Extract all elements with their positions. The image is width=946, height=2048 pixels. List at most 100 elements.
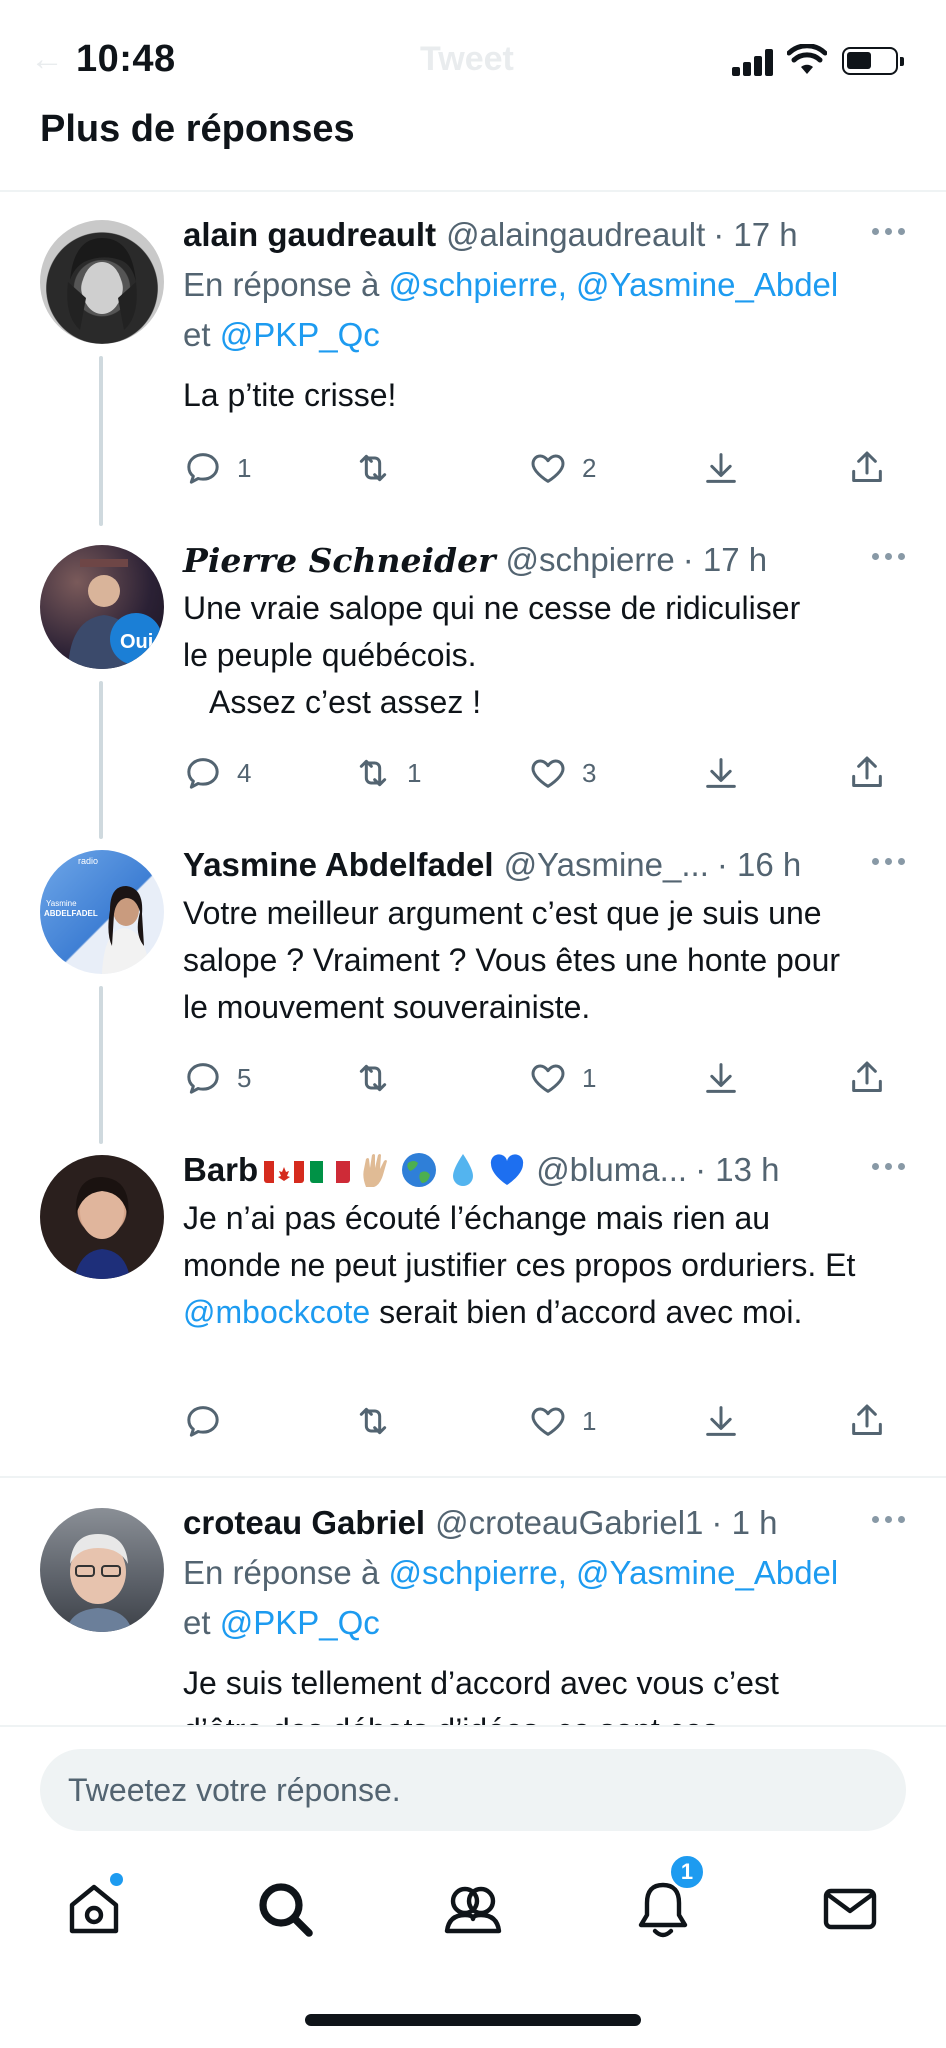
avatar[interactable]: Oui xyxy=(40,545,164,669)
status-bar: ← Tweet 10:48 xyxy=(0,0,946,110)
avatar[interactable] xyxy=(40,220,164,344)
more-icon[interactable] xyxy=(872,858,906,868)
reply-button[interactable]: 1 xyxy=(183,440,251,496)
retweet-button[interactable] xyxy=(353,440,407,496)
thread-line xyxy=(99,356,103,526)
share-button[interactable] xyxy=(847,1393,887,1449)
nav-messages[interactable] xyxy=(818,1877,882,1941)
cellular-signal-icon xyxy=(732,48,774,76)
nav-communities[interactable] xyxy=(441,1877,505,1941)
tweet-text-part: serait bien d’accord avec moi. xyxy=(370,1294,803,1330)
tweet-time: · 13 h xyxy=(695,1151,780,1188)
bookmark-download-icon xyxy=(706,1063,736,1093)
like-button[interactable]: 1 xyxy=(528,1393,596,1449)
bookmark-button[interactable] xyxy=(701,440,741,496)
tweet-text: Votre meilleur argument c’est que je sui… xyxy=(183,895,841,1025)
avatar[interactable] xyxy=(40,1508,164,1632)
author-name[interactable]: croteau Gabriel xyxy=(183,1504,425,1542)
tweet-time: · 17 h xyxy=(682,541,768,578)
tweet-actions: 1 2 xyxy=(183,440,893,496)
reply-button[interactable] xyxy=(183,1393,237,1449)
vulcan-salute-icon xyxy=(356,1151,394,1189)
nav-home[interactable] xyxy=(62,1873,126,1941)
share-button[interactable] xyxy=(847,440,887,496)
author-name[interactable]: Pierre Schneider xyxy=(183,541,496,580)
bookmark-download-icon xyxy=(706,1406,736,1436)
wifi-icon xyxy=(787,44,827,74)
tweet-actions: 5 1 xyxy=(183,1050,893,1106)
reply-button[interactable]: 4 xyxy=(183,745,251,801)
reply-input[interactable]: Tweetez votre réponse. xyxy=(40,1749,906,1831)
reply-prefix: En réponse à xyxy=(183,266,389,303)
tweet-text: La p’tite crisse! xyxy=(183,377,397,413)
tweet-croteau-gabriel[interactable]: croteau Gabriel @croteauGabriel1 · 1 h E… xyxy=(0,1498,946,1725)
share-button[interactable] xyxy=(847,1050,887,1106)
author-handle[interactable]: @bluma... xyxy=(536,1151,687,1189)
italy-flag-icon xyxy=(310,1157,351,1183)
more-icon[interactable] xyxy=(872,1163,906,1173)
retweet-button[interactable]: 1 xyxy=(353,745,421,801)
author-handle[interactable]: @schpierre xyxy=(506,541,675,579)
author-handle[interactable]: @croteauGabriel1 xyxy=(435,1504,703,1542)
tweet-text-part: Je n’ai pas écouté l’échange mais rien a… xyxy=(183,1200,856,1283)
author-name[interactable]: Yasmine Abdelfadel xyxy=(183,846,494,884)
like-count: 1 xyxy=(582,1405,597,1436)
avatar-text: Yasmine xyxy=(46,899,77,908)
reply-mentions[interactable]: @schpierre, @Yasmine_Abdel xyxy=(388,1554,838,1591)
globe-icon xyxy=(400,1151,438,1189)
avatar[interactable]: radio Yasmine ABDELFADEL xyxy=(40,850,164,974)
tweet-text: Je suis tellement d’accord avec vous c’e… xyxy=(183,1660,906,1725)
retweet-button[interactable] xyxy=(353,1393,407,1449)
avatar-badge: Oui xyxy=(120,631,153,653)
tweet-time: · 16 h xyxy=(716,846,802,883)
reply-context: En réponse à @schpierre, @Yasmine_Abdel … xyxy=(183,260,906,360)
tweet-actions: 4 1 3 xyxy=(183,745,893,801)
mail-icon xyxy=(823,1888,877,1930)
communities-icon xyxy=(444,1886,502,1934)
more-icon[interactable] xyxy=(872,1516,906,1526)
status-time: 10:48 xyxy=(76,38,176,80)
author-name[interactable]: Barb xyxy=(183,1151,258,1189)
tweet-time: · 1 h xyxy=(711,1504,778,1541)
reply-mentions[interactable]: @schpierre, @Yasmine_Abdel xyxy=(388,266,838,303)
more-icon[interactable] xyxy=(872,553,906,563)
like-button[interactable]: 3 xyxy=(528,745,596,801)
retweet-button[interactable] xyxy=(353,1050,407,1106)
share-button[interactable] xyxy=(847,745,887,801)
like-button[interactable]: 1 xyxy=(528,1050,596,1106)
bookmark-button[interactable] xyxy=(701,1050,741,1106)
reply-mention-pkp[interactable]: @PKP_Qc xyxy=(220,316,380,353)
tweet-text-line: Je suis tellement d’accord avec vous c’e… xyxy=(183,1665,779,1701)
nav-search[interactable] xyxy=(253,1877,317,1941)
tweet-actions: 1 xyxy=(183,1393,893,1449)
search-icon xyxy=(259,1883,313,1937)
reply-connector: et xyxy=(183,316,220,353)
reply-icon xyxy=(187,1063,219,1094)
home-indicator[interactable] xyxy=(305,2014,641,2026)
bookmark-download-icon xyxy=(706,453,736,483)
reply-button[interactable]: 5 xyxy=(183,1050,251,1106)
more-icon[interactable] xyxy=(872,228,906,238)
reply-count: 1 xyxy=(237,452,252,483)
bookmark-button[interactable] xyxy=(701,1393,741,1449)
reply-mention-pkp[interactable]: @PKP_Qc xyxy=(220,1604,380,1641)
bookmark-button[interactable] xyxy=(701,745,741,801)
tweet-text-line: d’être des débats d’idées, ce sont ces xyxy=(183,1707,906,1725)
battery-icon xyxy=(842,47,904,75)
notifications-badge: 1 xyxy=(668,1853,706,1891)
author-handle[interactable]: @alaingaudreault xyxy=(446,216,705,254)
mention-link[interactable]: @mbockcote xyxy=(183,1294,370,1330)
author-name[interactable]: alain gaudreault xyxy=(183,216,436,254)
reply-count: 4 xyxy=(237,757,252,788)
blue-heart-icon xyxy=(488,1151,526,1189)
share-icon xyxy=(852,1061,882,1092)
tweet-time: · 17 h xyxy=(713,216,798,253)
like-button[interactable]: 2 xyxy=(528,440,596,496)
like-count: 2 xyxy=(582,452,597,483)
avatar[interactable] xyxy=(40,1155,164,1279)
page-title: Plus de réponses xyxy=(40,108,355,150)
nav-notifications[interactable]: 1 xyxy=(631,1853,706,1941)
author-handle[interactable]: @Yasmine_... xyxy=(504,846,709,884)
thread-line xyxy=(99,986,103,1144)
home-notification-dot xyxy=(110,1873,123,1886)
